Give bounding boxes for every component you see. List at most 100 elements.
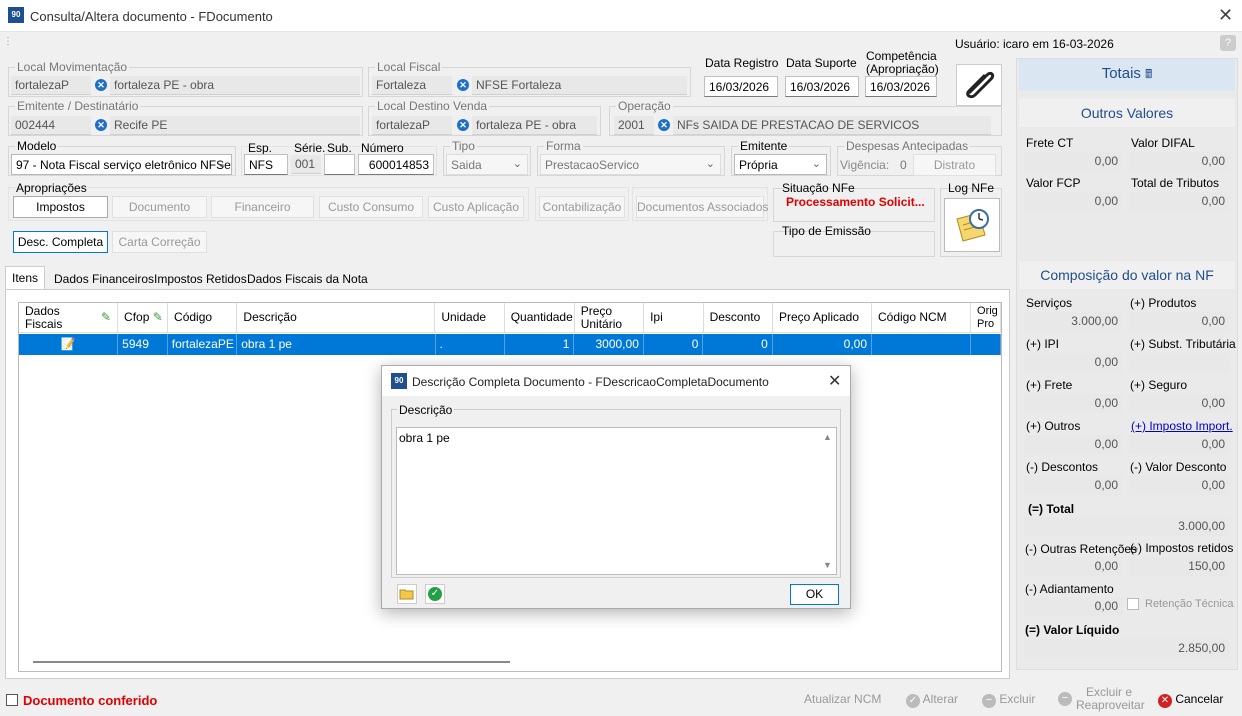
confirm-button[interactable]: ✓ [425, 584, 445, 604]
table-row[interactable]: 📝 5949 fortalezaPE obra 1 pe . 1 3000,00… [19, 334, 1001, 355]
local-destino-code[interactable]: fortalezaP [372, 116, 452, 135]
local-fiscal-desc: NFSE Fortaleza [472, 76, 687, 95]
emitente-select[interactable]: Própria ⌄ [734, 154, 827, 175]
frete-ct-value: 0,00 [1024, 152, 1122, 171]
vigencia-value: 0 [900, 158, 907, 172]
tab-dados-financeiros[interactable]: Dados Financeiros [48, 268, 160, 290]
close-icon[interactable]: ✕ [1218, 5, 1233, 26]
emitente-label: Emitente / Destinatário [15, 99, 141, 113]
lookup-icon[interactable]: ✕ [457, 119, 469, 131]
apropriacoes-label: Apropriações [16, 181, 87, 195]
col-quantidade[interactable]: Quantidade [505, 303, 575, 332]
carta-correcao-button[interactable]: Carta Correção [112, 231, 207, 253]
composicao-header: Composição do valor na NF [1019, 261, 1235, 289]
cancel-icon: ✕ [1158, 694, 1172, 708]
attach-button[interactable] [956, 64, 1002, 106]
lookup-icon[interactable]: ✕ [95, 119, 107, 131]
tipo-select[interactable]: Saida ⌄ [446, 154, 528, 175]
modelo-select[interactable]: 97 - Nota Fiscal serviço eletrônico NFSe… [11, 154, 232, 175]
chevron-down-icon: ⌄ [705, 158, 715, 170]
descontos-label: (-) Descontos [1026, 460, 1099, 474]
col-desconto[interactable]: Desconto [704, 303, 773, 332]
operacao-code[interactable]: 2001 [614, 116, 654, 135]
impostos-button[interactable]: Impostos [13, 196, 108, 218]
lookup-icon[interactable]: ✕ [658, 119, 670, 131]
descricao-textarea[interactable]: obra 1 pe ▲ ▼ [396, 427, 837, 575]
lookup-icon[interactable]: ✕ [95, 79, 107, 91]
financeiro-button[interactable]: Financeiro [211, 196, 314, 218]
numero-input[interactable]: 600014853 [358, 154, 434, 175]
retencao-tecnica-checkbox[interactable] [1127, 598, 1139, 610]
frete-label: (+) Frete [1026, 378, 1073, 392]
data-suporte-label: Data Suporte [786, 56, 857, 70]
col-cfop[interactable]: Cfop ✎ [118, 303, 169, 332]
folder-button[interactable] [397, 584, 417, 604]
retencao-tecnica-label: Retenção Técnica [1145, 598, 1234, 610]
horizontal-scrollbar[interactable] [33, 661, 510, 663]
esp-input[interactable]: NFS [244, 154, 288, 175]
sub-input[interactable] [324, 154, 355, 175]
lookup-icon[interactable]: ✕ [457, 79, 469, 91]
data-registro-input[interactable]: 16/03/2026 [704, 76, 778, 97]
check-icon: ✓ [906, 694, 920, 708]
cell-dados-fiscais[interactable]: 📝 [19, 334, 119, 355]
conferido-label: Documento conferido [23, 693, 158, 708]
col-preco-aplicado[interactable]: Preço Aplicado [773, 303, 872, 332]
serie-input[interactable]: 001 [291, 155, 321, 174]
cell-unidade: . [436, 334, 505, 355]
col-codigo-ncm[interactable]: Código NCM [872, 303, 972, 332]
edit-document-icon[interactable]: 📝 [61, 337, 76, 351]
excluir-button[interactable]: − Excluir [982, 692, 1035, 708]
conferido-checkbox[interactable] [6, 694, 18, 706]
competencia-label: Competência (Apropriação) [866, 49, 939, 76]
cell-descricao: obra 1 pe [237, 334, 436, 355]
atualizar-ncm-button[interactable]: Atualizar NCM [804, 692, 881, 706]
documentos-associados-button[interactable]: Documentos Associados [636, 196, 768, 218]
log-nfe-button[interactable] [944, 198, 1000, 252]
cell-codigo: fortalezaPE [168, 334, 238, 355]
col-dados-fiscais[interactable]: Dados Fiscais ✎ [19, 303, 119, 332]
col-preco-unitario[interactable]: Preço Unitário [575, 303, 645, 332]
cell-desconto: 0 [703, 334, 773, 355]
modelo-label: Modelo [15, 139, 59, 153]
produtos-value: 0,00 [1129, 312, 1229, 331]
data-suporte-input[interactable]: 16/03/2026 [785, 76, 859, 97]
impostos-retidos-value: 150,00 [1129, 557, 1229, 576]
col-ipi[interactable]: Ipi [644, 303, 704, 332]
frete-value: 0,00 [1024, 394, 1122, 413]
local-mov-code[interactable]: fortalezaP [11, 76, 91, 95]
col-unidade[interactable]: Unidade [435, 303, 505, 332]
col-origem[interactable]: Orig Pro [971, 303, 1001, 332]
ipi-value: 0,00 [1024, 353, 1122, 372]
col-descricao[interactable]: Descrição [237, 303, 436, 332]
close-icon[interactable]: ✕ [828, 371, 841, 391]
local-fiscal-code[interactable]: Fortaleza [372, 76, 452, 95]
local-destino-label: Local Destino Venda [375, 99, 490, 113]
desc-completa-button[interactable]: Desc. Completa [13, 231, 108, 253]
contabilizacao-button[interactable]: Contabilização [539, 196, 625, 218]
custo-consumo-button[interactable]: Custo Consumo [319, 196, 423, 218]
tab-dados-fiscais[interactable]: Dados Fiscais da Nota [241, 268, 374, 290]
alterar-button[interactable]: ✓ Alterar [906, 692, 958, 708]
emitente-code[interactable]: 002444 [11, 116, 91, 135]
col-codigo[interactable]: Código [168, 303, 238, 332]
competencia-input[interactable]: 16/03/2026 [865, 76, 937, 97]
dialog-title: Descrição Completa Documento - FDescrica… [412, 375, 769, 389]
tab-itens[interactable]: Itens [5, 266, 46, 290]
forma-select[interactable]: PrestacaoServico ⌄ [540, 154, 721, 175]
cell-preco-unitario: 3000,00 [574, 334, 644, 355]
cancelar-button[interactable]: ✕ Cancelar [1158, 692, 1223, 708]
check-icon: ✓ [428, 587, 442, 601]
scroll-down-icon[interactable]: ▼ [823, 560, 832, 570]
clock-note-icon [956, 209, 989, 242]
distrato-button[interactable]: Distrato [913, 154, 996, 176]
documento-button[interactable]: Documento [112, 196, 207, 218]
custo-aplicacao-button[interactable]: Custo Aplicação [428, 196, 524, 218]
ok-button[interactable]: OK [790, 584, 839, 605]
pencil-icon: ✎ [100, 310, 112, 324]
imposto-import-link[interactable]: (+) Imposto Import. [1131, 419, 1233, 433]
help-icon[interactable]: ? [1220, 35, 1236, 51]
tab-impostos-retidos[interactable]: Impostos Retidos [148, 268, 253, 290]
cell-ncm [872, 334, 972, 355]
scroll-up-icon[interactable]: ▲ [823, 432, 832, 442]
